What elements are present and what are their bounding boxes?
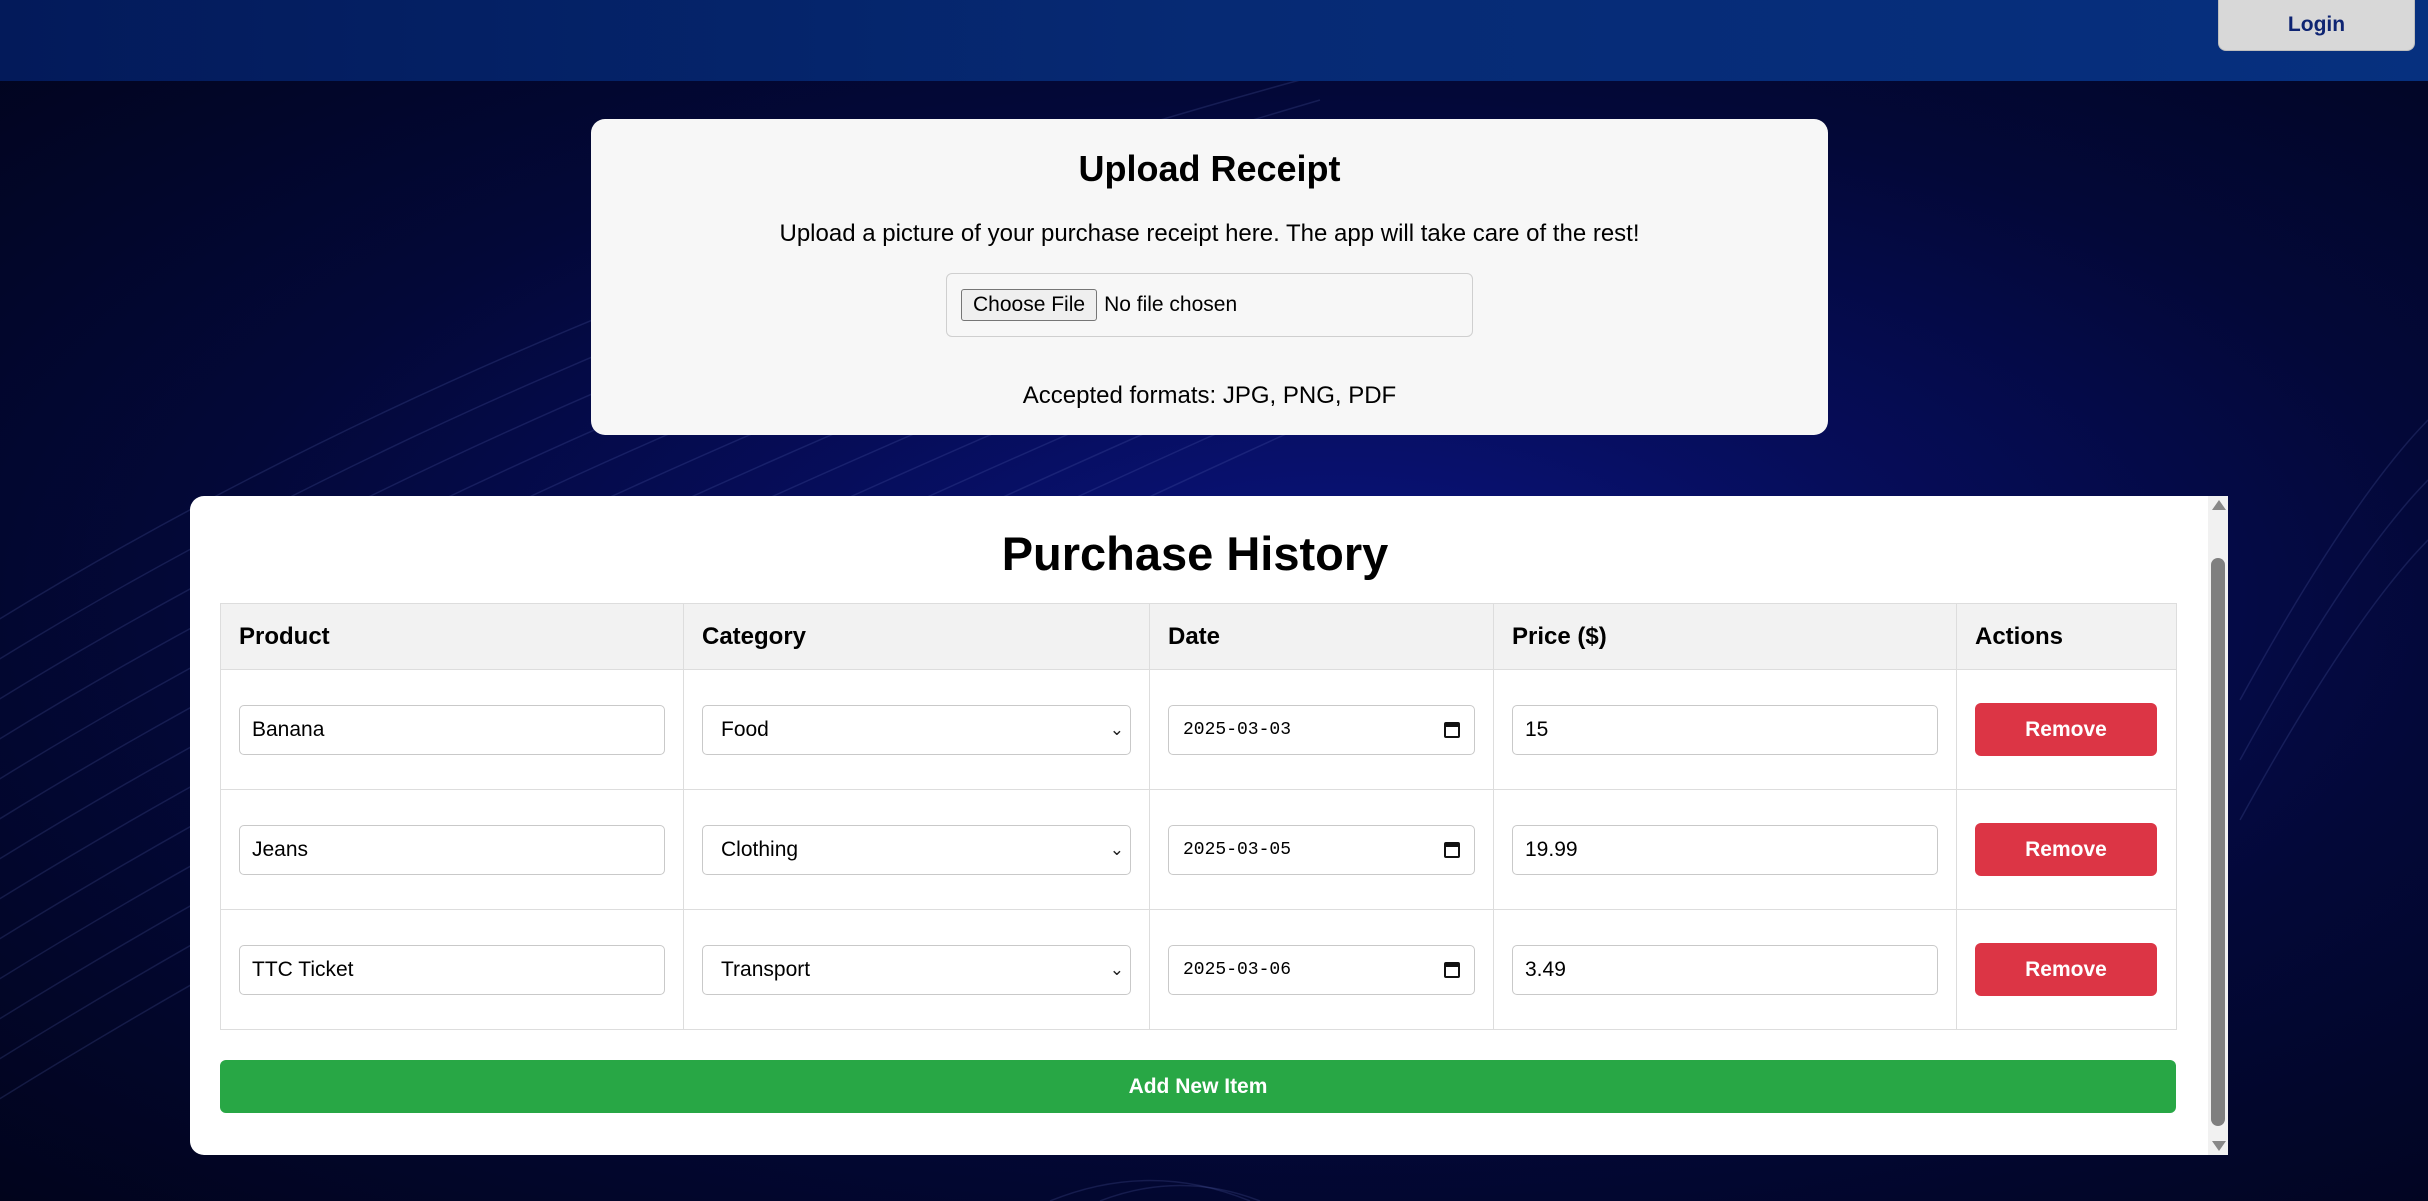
scrollbar-thumb[interactable] — [2211, 558, 2225, 1126]
remove-button[interactable]: Remove — [1975, 823, 2157, 876]
purchase-history-table: Product Category Date Price ($) Actions … — [220, 603, 2177, 1030]
actions-cell: Remove — [1956, 669, 2177, 790]
chevron-down-icon: ⌄ — [1109, 719, 1124, 739]
accepted-formats-text: Accepted formats: JPG, PNG, PDF — [1022, 382, 1397, 409]
price-cell: 3.49 — [1493, 909, 1957, 1030]
table-row: Banana Food ⌄ 2025-03-03 15 Remove — [220, 669, 2177, 790]
scroll-up-arrow-icon[interactable] — [2212, 500, 2226, 510]
table-row: Jeans Clothing ⌄ 2025-03-05 19.99 Remove — [220, 789, 2177, 910]
actions-cell: Remove — [1956, 789, 2177, 910]
price-input[interactable]: 3.49 — [1512, 944, 1938, 995]
product-input[interactable]: Banana — [239, 704, 665, 755]
upload-title: Upload Receipt — [1078, 148, 1341, 189]
date-input[interactable]: 2025-03-05 — [1168, 824, 1475, 875]
top-navigation-bar: Login — [0, 0, 2428, 81]
product-input[interactable]: Jeans — [239, 824, 665, 875]
login-button[interactable]: Login — [2218, 0, 2415, 51]
column-header-price: Price ($) — [1493, 603, 1957, 670]
chevron-down-icon: ⌄ — [1109, 839, 1124, 859]
category-select[interactable]: Transport ⌄ — [702, 944, 1131, 995]
table-header-row: Product Category Date Price ($) Actions — [220, 603, 2177, 670]
vertical-scrollbar[interactable] — [2208, 496, 2228, 1155]
date-input[interactable]: 2025-03-06 — [1168, 944, 1475, 995]
remove-button[interactable]: Remove — [1975, 703, 2157, 756]
date-cell: 2025-03-03 — [1149, 669, 1494, 790]
calendar-icon[interactable] — [1444, 841, 1460, 858]
calendar-icon[interactable] — [1444, 721, 1460, 738]
category-cell: Food ⌄ — [683, 669, 1150, 790]
category-cell: Clothing ⌄ — [683, 789, 1150, 910]
date-cell: 2025-03-06 — [1149, 909, 1494, 1030]
table-row: TTC Ticket Transport ⌄ 2025-03-06 3.49 R… — [220, 909, 2177, 1030]
purchase-history-card: Purchase History Product Category Date P… — [190, 496, 2228, 1155]
column-header-actions: Actions — [1956, 603, 2177, 670]
category-select-value: Transport — [721, 957, 811, 981]
category-select[interactable]: Food ⌄ — [702, 704, 1131, 755]
chevron-down-icon: ⌄ — [1109, 959, 1124, 979]
upload-receipt-card: Upload Receipt Upload a picture of your … — [591, 119, 1828, 435]
calendar-icon[interactable] — [1444, 961, 1460, 978]
date-input[interactable]: 2025-03-03 — [1168, 704, 1475, 755]
product-cell: Banana — [220, 669, 684, 790]
purchase-history-title: Purchase History — [1001, 527, 1389, 580]
price-cell: 19.99 — [1493, 789, 1957, 910]
column-header-date: Date — [1149, 603, 1494, 670]
category-select-value: Clothing — [721, 837, 799, 861]
price-input[interactable]: 19.99 — [1512, 824, 1938, 875]
category-select-value: Food — [721, 717, 769, 741]
date-cell: 2025-03-05 — [1149, 789, 1494, 910]
product-cell: Jeans — [220, 789, 684, 910]
file-input[interactable]: Choose File No file chosen — [946, 273, 1473, 337]
file-status-text: No file chosen — [1104, 293, 1238, 316]
price-cell: 15 — [1493, 669, 1957, 790]
product-input[interactable]: TTC Ticket — [239, 944, 665, 995]
actions-cell: Remove — [1956, 909, 2177, 1030]
column-header-category: Category — [683, 603, 1150, 670]
product-cell: TTC Ticket — [220, 909, 684, 1030]
date-input-value: 2025-03-06 — [1183, 959, 1292, 980]
price-input[interactable]: 15 — [1512, 704, 1938, 755]
remove-button[interactable]: Remove — [1975, 943, 2157, 996]
category-cell: Transport ⌄ — [683, 909, 1150, 1030]
upload-description: Upload a picture of your purchase receip… — [779, 220, 1640, 247]
scroll-down-arrow-icon[interactable] — [2212, 1141, 2226, 1151]
date-input-value: 2025-03-05 — [1183, 839, 1292, 860]
date-input-value: 2025-03-03 — [1183, 719, 1292, 740]
choose-file-button[interactable]: Choose File — [961, 289, 1098, 321]
category-select[interactable]: Clothing ⌄ — [702, 824, 1131, 875]
column-header-product: Product — [220, 603, 684, 670]
add-new-item-button[interactable]: Add New Item — [220, 1060, 2176, 1113]
